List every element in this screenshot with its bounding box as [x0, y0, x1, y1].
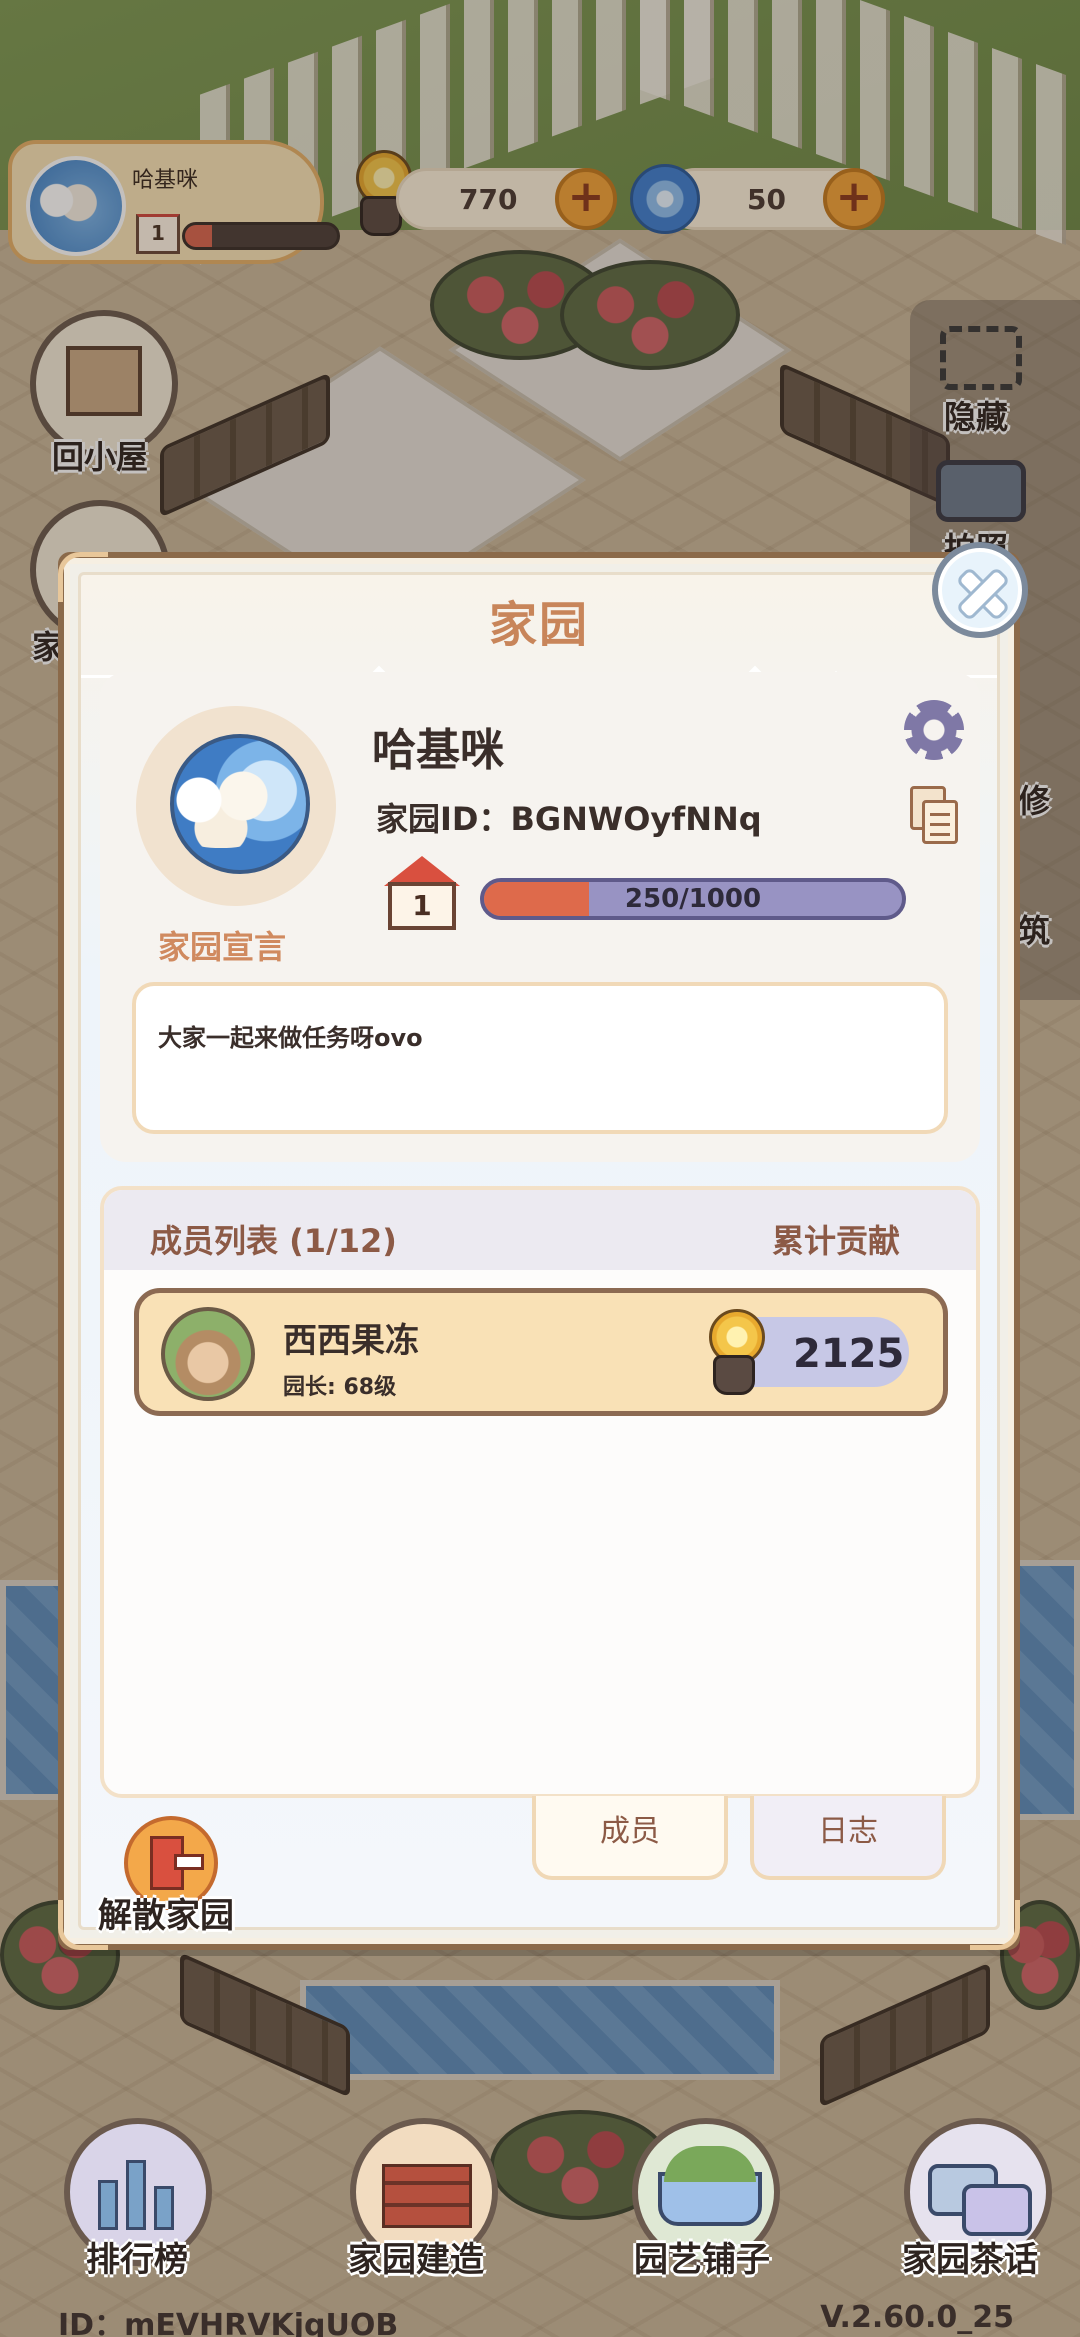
tab-members[interactable]: 成员 [532, 1796, 728, 1880]
snail-coin-icon [699, 1307, 769, 1397]
home-id: 家园ID：BGNWOyfNNq [376, 794, 762, 840]
close-dialog-button[interactable] [932, 542, 1028, 638]
member-name: 西西果冻 [283, 1321, 419, 1361]
home-motto-caption: 家园宣言 [158, 928, 287, 966]
exit-arrow [174, 1854, 204, 1870]
player-id-text: ID：mEVHRVKjqUOB [58, 2308, 399, 2337]
build-label[interactable]: 家园建造 [348, 2232, 484, 2281]
home-avatar[interactable] [136, 706, 336, 906]
rank-bars-icon [98, 2180, 118, 2230]
settings-gear-icon[interactable] [904, 700, 964, 760]
copy-id-icon[interactable] [910, 786, 960, 846]
members-panel: 成员列表 (1/12) 累计贡献 西西果冻 园长: 68级 2125 [100, 1186, 980, 1798]
rank-bar [126, 2160, 146, 2230]
members-list-title: 成员列表 (1/12) [150, 1222, 397, 1260]
disband-home-label[interactable]: 解散家园 [98, 1888, 234, 1937]
home-exp-bar: 250/1000 [480, 878, 906, 920]
home-level-icon: 1 [382, 856, 462, 930]
chat-label[interactable]: 家园茶话 [902, 2232, 1038, 2281]
chat-bubble [962, 2184, 1032, 2236]
shop-label[interactable]: 园艺铺子 [634, 2232, 770, 2281]
home-id-value: BGNWOyfNNq [510, 800, 762, 838]
version-text: V.2.60.0_25 [820, 2300, 1014, 2335]
home-exp-text: 250/1000 [624, 884, 762, 914]
corner-ornament [970, 1900, 1020, 1950]
dialog-header: 家园 [81, 575, 997, 671]
cloud-puff [166, 768, 276, 848]
home-name: 哈基咪 [372, 725, 504, 776]
tab-log[interactable]: 日志 [750, 1796, 946, 1880]
home-level-value: 1 [388, 882, 456, 930]
rank-label[interactable]: 排行榜 [86, 2232, 188, 2281]
bricks-icon [382, 2164, 472, 2228]
home-motto-text: 大家一起来做任务呀ovo [158, 1024, 423, 1052]
member-role: 园长: 68级 [283, 1375, 397, 1400]
home-id-label: 家园ID： [376, 800, 511, 838]
contribution-title: 累计贡献 [771, 1222, 900, 1260]
corner-ornament [58, 552, 108, 602]
members-header: 成员列表 (1/12) 累计贡献 [104, 1190, 976, 1270]
planter-leaves [664, 2146, 756, 2182]
member-avatar [161, 1307, 255, 1401]
rank-bar [154, 2186, 174, 2230]
member-row[interactable]: 西西果冻 园长: 68级 2125 [134, 1288, 948, 1416]
member-contribution-value: 2125 [793, 1331, 905, 1377]
home-motto-box[interactable]: 大家一起来做任务呀ovo [132, 982, 948, 1134]
dialog-title: 家园 [488, 597, 589, 653]
